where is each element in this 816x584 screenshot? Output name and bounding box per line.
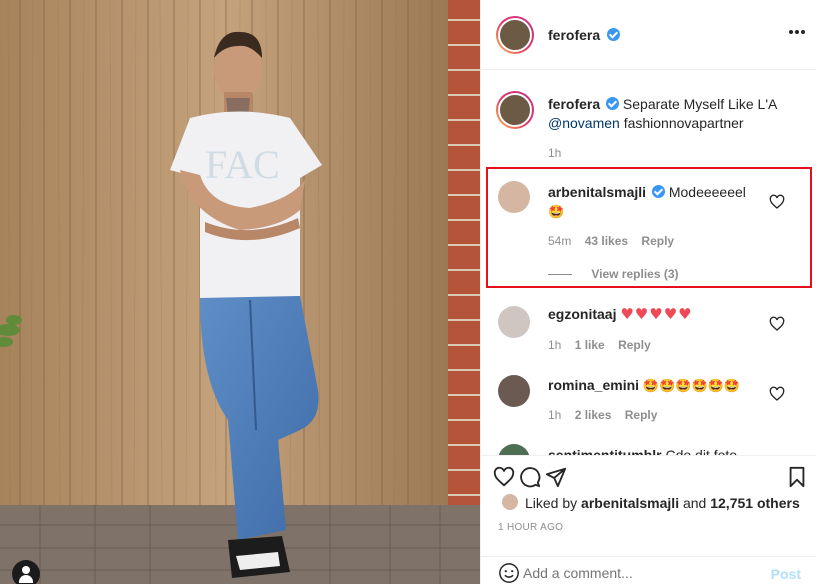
caption-username[interactable]: ferofera <box>548 96 600 112</box>
liked-by-user[interactable]: arbenitalsmajli <box>581 495 679 511</box>
comment-heart-icon[interactable] <box>769 194 785 210</box>
post-header: ferofera <box>481 0 816 70</box>
comment-avatar[interactable] <box>498 181 530 213</box>
comment-avatar[interactable] <box>498 306 530 338</box>
smiley-icon[interactable] <box>498 562 520 584</box>
comment-username[interactable]: romina_emini <box>548 377 639 393</box>
comment-time[interactable]: 1h <box>548 338 561 352</box>
comment-username[interactable]: arbenitalsmajli <box>548 184 646 200</box>
comment-time[interactable]: 1h <box>548 408 561 422</box>
replies-divider <box>548 274 572 276</box>
tagged-users-icon[interactable] <box>12 560 40 584</box>
post-image: FAC <box>0 0 480 584</box>
author-name-row: ferofera <box>548 27 620 45</box>
post-button[interactable]: Post <box>771 566 801 582</box>
verified-badge-icon <box>606 28 620 41</box>
post-panel: ferofera ferofera Separate Myself Like L… <box>480 0 816 584</box>
comment-2-meta: 1h 1 like Reply <box>548 338 651 352</box>
caption: ferofera Separate Myself Like L'A @novam… <box>548 95 803 133</box>
reply-button[interactable]: Reply <box>625 408 658 422</box>
comment-text: Modeeeeeel <box>668 184 746 200</box>
caption-avatar[interactable] <box>496 91 534 129</box>
comment-icon[interactable] <box>519 466 541 488</box>
comment-likes[interactable]: 43 likes <box>585 234 628 248</box>
post-photo[interactable]: FAC <box>0 0 480 584</box>
caption-mention-link[interactable]: @novamen <box>548 115 620 131</box>
comment-1-meta: 54m 43 likes Reply <box>548 234 674 248</box>
share-icon[interactable] <box>545 466 567 488</box>
comment-3-meta: 1h 2 likes Reply <box>548 408 657 422</box>
verified-badge-icon <box>651 185 665 198</box>
comment-likes[interactable]: 1 like <box>575 338 605 352</box>
liker-avatar[interactable] <box>501 493 519 511</box>
comment-emoji: ♥♥♥♥♥ <box>620 305 693 323</box>
view-replies[interactable]: View replies (3) <box>548 267 679 281</box>
author-avatar[interactable] <box>496 16 534 54</box>
view-replies-label[interactable]: View replies (3) <box>591 267 678 281</box>
comment-heart-icon[interactable] <box>769 386 785 402</box>
comment-emoji: 🤩 <box>548 205 565 220</box>
comment-likes[interactable]: 2 likes <box>575 408 612 422</box>
comment-emoji: 🤩🤩🤩🤩🤩🤩 <box>642 379 741 394</box>
verified-badge-icon <box>606 97 620 110</box>
post-timestamp[interactable]: 1 HOUR AGO <box>498 522 563 533</box>
comment-input[interactable] <box>523 562 763 584</box>
caption-tag-text: fashionnovapartner <box>623 115 744 131</box>
comment-time[interactable]: 54m <box>548 234 571 248</box>
reply-button[interactable]: Reply <box>641 234 674 248</box>
comment-3: romina_emini 🤩🤩🤩🤩🤩🤩 <box>548 376 768 396</box>
comment-2: egzonitaaj ♥♥♥♥♥ <box>548 305 768 324</box>
author-username[interactable]: ferofera <box>548 27 600 43</box>
comment-1: arbenitalsmajli Modeeeeeel 🤩 <box>548 183 768 222</box>
comment-username[interactable]: egzonitaaj <box>548 306 616 322</box>
bookmark-icon[interactable] <box>786 466 808 488</box>
reply-button[interactable]: Reply <box>618 338 651 352</box>
more-options-icon[interactable] <box>789 30 805 36</box>
liked-by-others[interactable]: 12,751 others <box>710 495 800 511</box>
comment-avatar[interactable] <box>498 375 530 407</box>
liked-by: Liked by arbenitalsmajli and 12,751 othe… <box>525 495 800 511</box>
caption-text: Separate Myself Like L'A <box>622 96 778 112</box>
liked-by-and: and <box>682 495 707 511</box>
caption-time[interactable]: 1h <box>548 146 561 160</box>
add-comment-bar: Post <box>481 556 816 584</box>
heart-icon[interactable] <box>493 466 515 488</box>
liked-by-prefix: Liked by <box>525 495 578 511</box>
comment-heart-icon[interactable] <box>769 316 785 332</box>
svg-text:FAC: FAC <box>205 142 280 187</box>
